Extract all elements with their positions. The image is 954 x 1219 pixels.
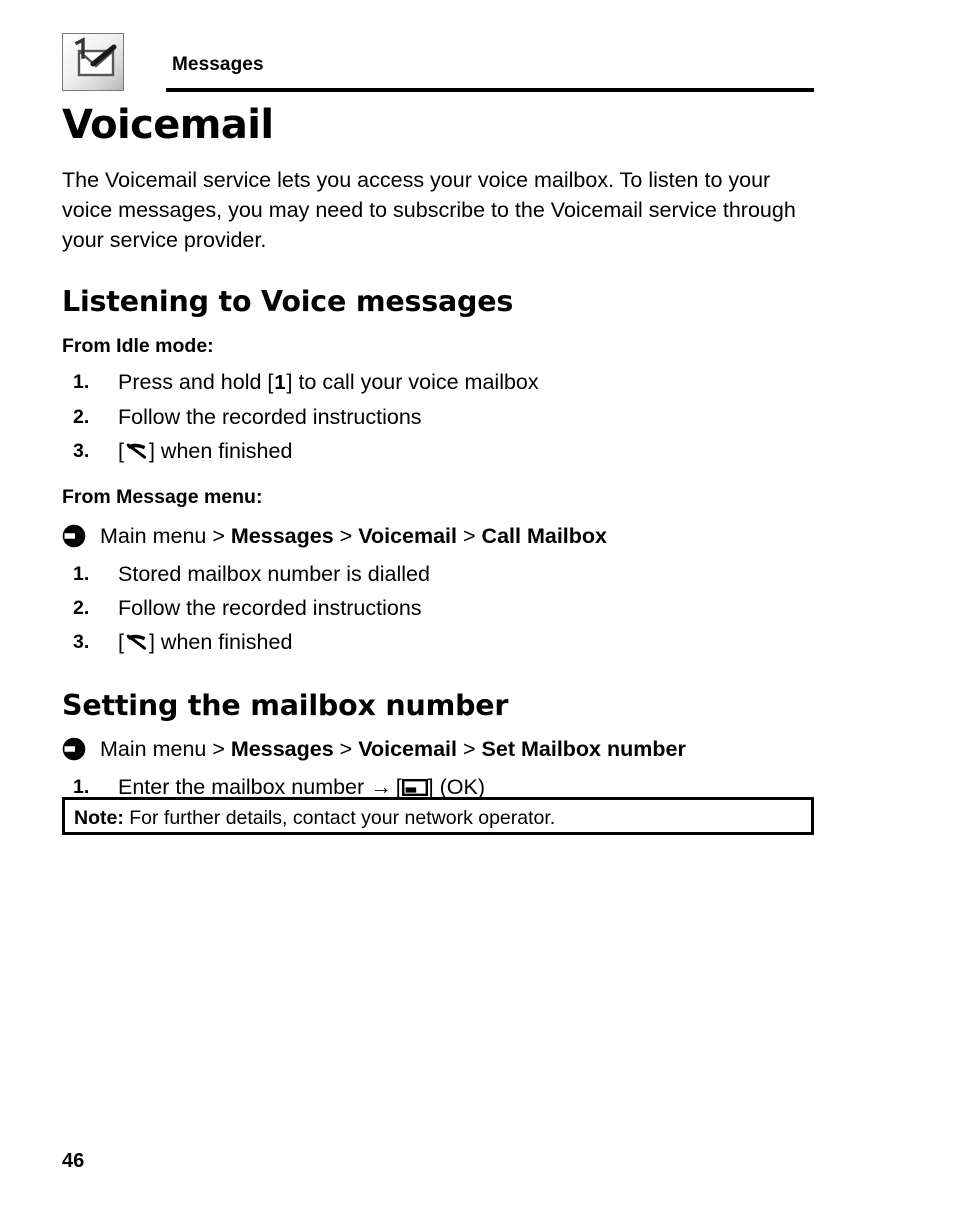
breadcrumb-item-voicemail: Voicemail (358, 524, 458, 548)
idle-mode-steps: 1. Press and hold [1] to call your voice… (62, 365, 814, 470)
breadcrumb-call-mailbox: Main menu > Messages > Voicemail > Call … (62, 521, 814, 551)
note-label: Note: (74, 807, 124, 829)
key-1-label: 1 (274, 372, 286, 394)
step-text-tail: ] when finished (148, 630, 293, 654)
manual-page: Messages Voicemail The Voicemail service… (0, 0, 954, 1219)
step-text: Press and hold [ (118, 370, 274, 394)
bracket-close: ] (427, 775, 434, 799)
breadcrumb-root: Main menu (100, 524, 207, 548)
step-text-tail: ] to call your voice mailbox (286, 370, 539, 394)
page-content: Voicemail The Voicemail service lets you… (62, 103, 814, 806)
note-content: Note: For further details, contact your … (74, 806, 555, 830)
section-heading-listening: Listening to Voice messages (62, 285, 514, 318)
page-title: Voicemail (62, 102, 274, 148)
breadcrumb-separator: > (212, 737, 225, 761)
step-text-tail: (OK) (439, 775, 486, 799)
list-item: 3. [] when finished (62, 625, 814, 661)
page-header: Messages (62, 33, 814, 93)
envelope-with-one-icon (62, 33, 124, 91)
subheading-from-idle-mode: From Idle mode: (62, 335, 214, 357)
step-number: 3. (73, 440, 90, 462)
step-number: 1. (73, 371, 90, 393)
breadcrumb-separator: > (212, 524, 225, 548)
breadcrumb-set-mailbox-number: Main menu > Messages > Voicemail > Set M… (62, 734, 814, 764)
list-item: 3. [] when finished (62, 434, 814, 470)
chapter-title: Messages (172, 54, 264, 75)
circle-arrow-right-icon (62, 524, 88, 556)
end-call-icon (124, 627, 149, 661)
intro-paragraph: The Voicemail service lets you access yo… (62, 168, 796, 252)
step-number: 2. (73, 597, 90, 619)
note-box: Note: For further details, contact your … (62, 797, 814, 835)
step-text-tail: ] when finished (148, 439, 293, 463)
breadcrumb-root: Main menu (100, 737, 207, 761)
step-number: 2. (73, 406, 90, 428)
breadcrumb-separator: > (339, 737, 353, 761)
breadcrumb-separator: > (463, 524, 476, 548)
subheading-from-message-menu: From Message menu: (62, 486, 263, 508)
list-item: 1. Stored mailbox number is dialled (62, 557, 814, 591)
step-text: Follow the recorded instructions (118, 596, 422, 620)
breadcrumb-separator: > (339, 524, 353, 548)
step-text: Enter the mailbox number (118, 775, 365, 799)
breadcrumb-item-messages: Messages (230, 524, 334, 548)
step-text: Follow the recorded instructions (118, 405, 422, 429)
list-item: 2. Follow the recorded instructions (62, 400, 814, 434)
breadcrumb-separator: > (463, 737, 476, 761)
header-rule (166, 88, 814, 92)
breadcrumb-item-voicemail: Voicemail (358, 737, 458, 761)
page-number: 46 (62, 1150, 85, 1172)
end-call-icon (124, 436, 149, 470)
step-text: Stored mailbox number is dialled (118, 562, 430, 586)
message-menu-steps: 1. Stored mailbox number is dialled 2. F… (62, 557, 814, 661)
step-number: 1. (73, 563, 90, 585)
breadcrumb-item-call-mailbox: Call Mailbox (481, 524, 607, 548)
note-body: For further details, contact your networ… (129, 807, 556, 829)
list-item: 2. Follow the recorded instructions (62, 591, 814, 625)
list-item: 1. Press and hold [1] to call your voice… (62, 365, 814, 400)
breadcrumb-item-set-mailbox-number: Set Mailbox number (481, 737, 686, 761)
circle-arrow-right-icon (62, 737, 88, 769)
section-heading-setting-mailbox: Setting the mailbox number (62, 689, 509, 722)
step-number: 3. (73, 631, 90, 653)
breadcrumb-item-messages: Messages (230, 737, 334, 761)
